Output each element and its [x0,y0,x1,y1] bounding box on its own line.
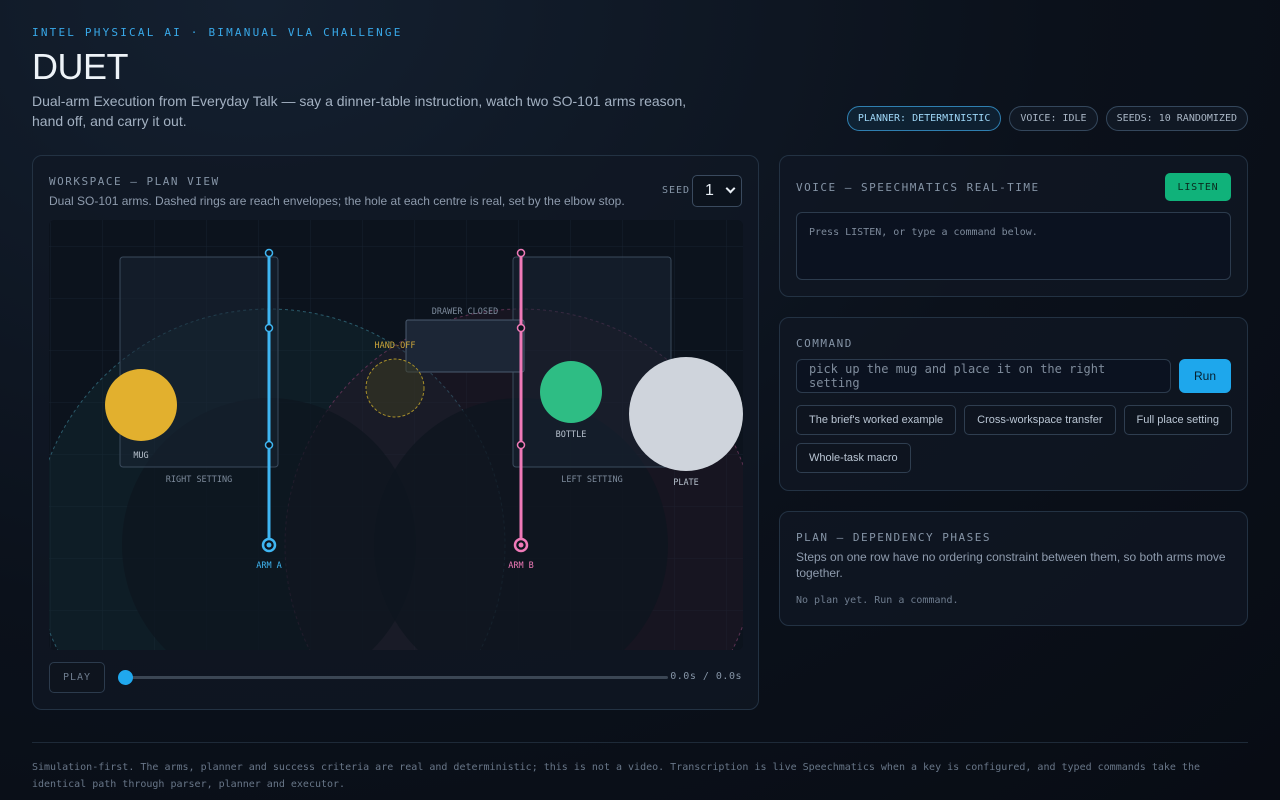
footer-divider [32,742,1248,743]
eyebrow: INTEL PHYSICAL AI · BIMANUAL VLA CHALLEN… [32,26,403,39]
seed-value: 1 [705,182,714,199]
example-chip[interactable]: Whole-task macro [796,443,911,473]
arm-b-joint [516,323,526,333]
drawer [405,319,525,373]
left-setting-label: LEFT SETTING [561,475,622,485]
plan-view: RIGHT SETTING LEFT SETTING DRAWER CLOSED… [49,220,743,650]
arm-a-joint [264,323,274,333]
transcript-area: Press LISTEN, or type a command below. [796,212,1231,280]
plan-description: Steps on one row have no ordering constr… [796,550,1226,580]
arm-b-base-core [518,542,524,548]
arm-b-joint [516,440,526,450]
seeds-pill: SEEDS: 10 RANDOMIZED [1105,106,1248,131]
mug-label: MUG [133,451,148,461]
timeline-slider[interactable] [125,676,668,679]
run-button[interactable]: Run [1179,359,1231,393]
arm-b-gripper [516,248,526,258]
status-pills: PLANNER: DETERMINISTIC VOICE: IDLE SEEDS… [846,106,1248,131]
listen-button[interactable]: LISTEN [1165,173,1231,201]
example-chip[interactable]: Full place setting [1123,405,1233,435]
command-label: COMMAND [796,337,853,350]
timeline-slider-thumb[interactable] [117,670,133,685]
handoff-zone [365,358,425,418]
arm-a-base-core [266,542,272,548]
voice-status-pill: VOICE: IDLE [1009,106,1098,131]
voice-label: VOICE — SPEECHMATICS REAL-TIME [796,181,1040,194]
workspace-panel: WORKSPACE — PLAN VIEW Dual SO-101 arms. … [32,155,759,710]
handoff-label: HAND-OFF [375,341,416,351]
workspace-canvas[interactable]: RIGHT SETTING LEFT SETTING DRAWER CLOSED… [49,220,743,650]
command-panel: COMMAND pick up the mug and place it on … [779,317,1248,491]
bottle [540,361,602,423]
example-chip[interactable]: The brief's worked example [796,405,957,435]
plan-label: PLAN — DEPENDENCY PHASES [796,531,991,544]
arm-a-gripper [264,248,274,258]
seed-label: SEED [662,185,691,196]
command-input[interactable]: pick up the mug and place it on the righ… [796,359,1171,393]
play-button[interactable]: PLAY [49,662,105,693]
plate [629,357,743,471]
time-readout: 0.0s / 0.0s [670,671,742,682]
page-subtitle: Dual-arm Execution from Everyday Talk — … [32,93,687,129]
footer-note: Simulation-first. The arms, planner and … [32,762,1200,790]
example-chip[interactable]: Cross-workspace transfer [964,405,1116,435]
planner-pill: PLANNER: DETERMINISTIC [846,106,1002,131]
arm-b-label: ARM B [508,561,534,571]
plate-label: PLATE [673,478,699,488]
workspace-description: Dual SO-101 arms. Dashed rings are reach… [49,194,625,208]
right-setting-label: RIGHT SETTING [166,475,233,485]
bottle-label: BOTTLE [556,430,587,440]
workspace-label: WORKSPACE — PLAN VIEW [49,175,220,188]
voice-panel: VOICE — SPEECHMATICS REAL-TIME LISTEN Pr… [779,155,1248,297]
chevron-down-icon [725,183,736,194]
seed-select[interactable]: 1 [692,175,742,207]
page-title: DUET [32,46,129,87]
drawer-label: DRAWER CLOSED [432,307,499,317]
example-commands: The brief's worked example Cross-workspa… [796,405,1236,473]
plan-empty-state: No plan yet. Run a command. [796,595,959,606]
arm-a-joint [264,440,274,450]
plan-panel: PLAN — DEPENDENCY PHASES Steps on one ro… [779,511,1248,626]
arm-a-label: ARM A [256,561,282,571]
mug [105,369,177,441]
